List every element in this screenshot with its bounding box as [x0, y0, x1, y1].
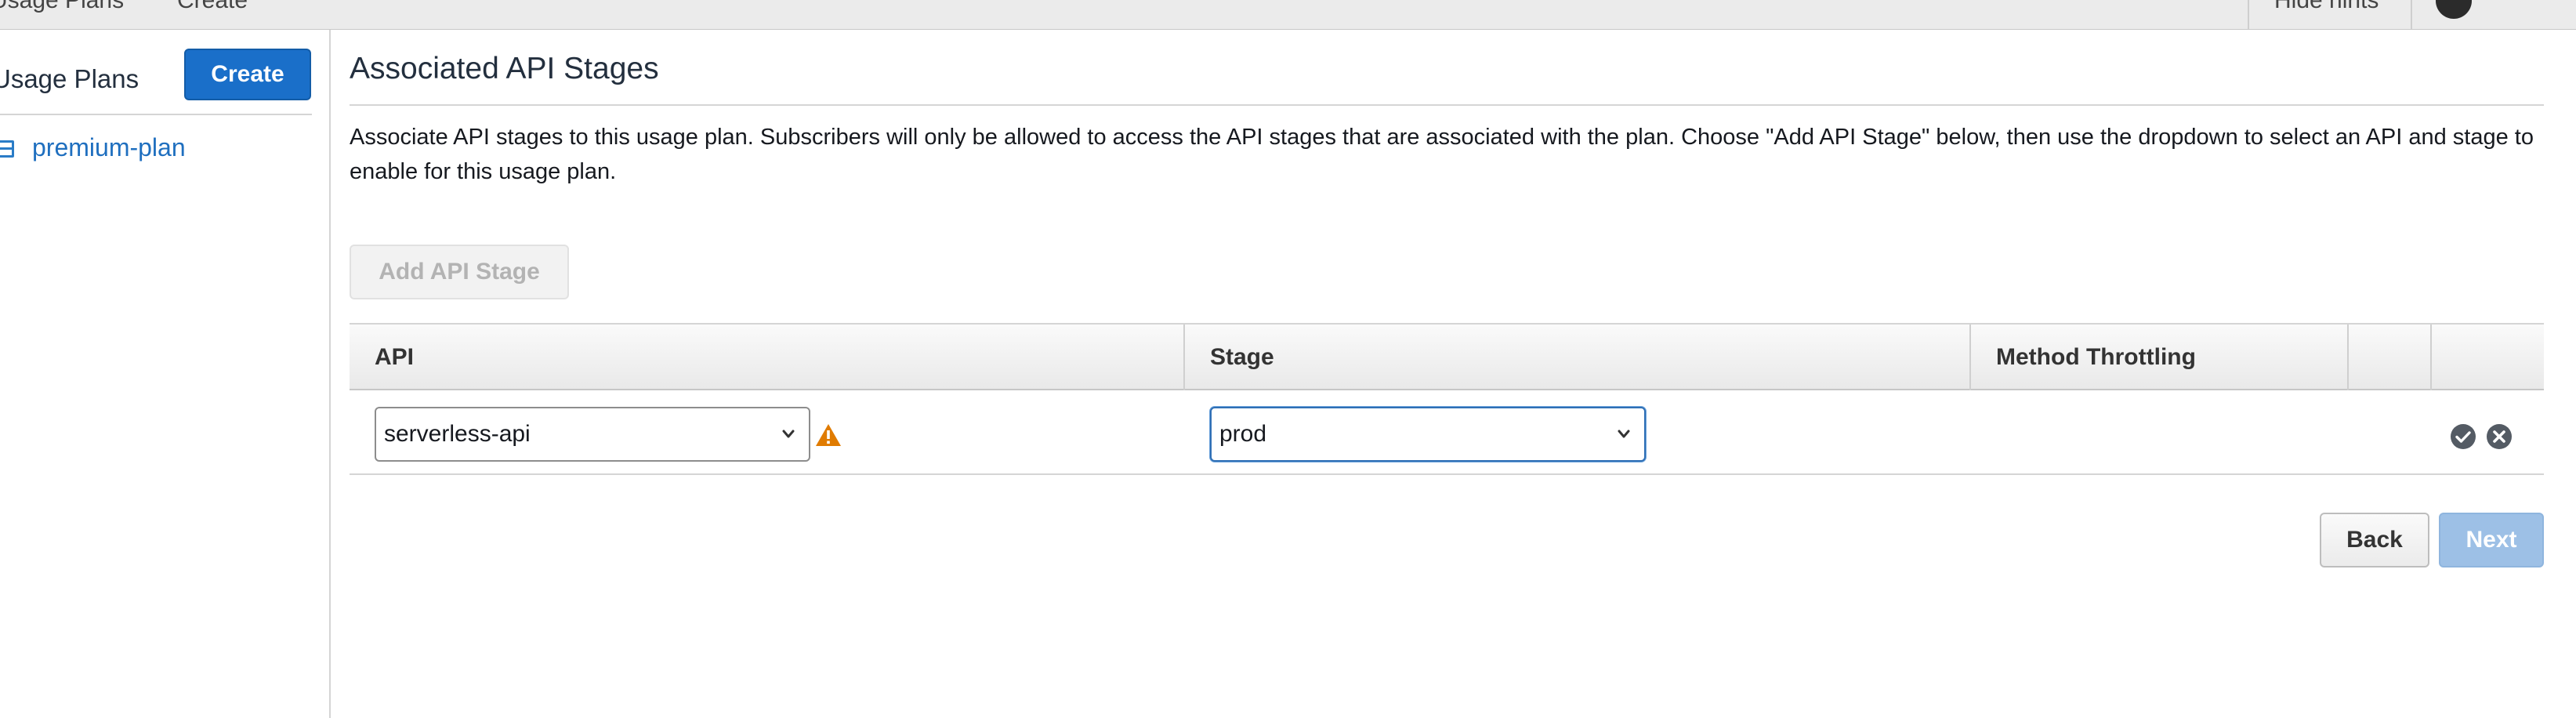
hide-hints-link[interactable]: Hide hints: [2274, 0, 2379, 14]
top-toolbar: Usage Plans Create Hide hints: [0, 0, 2576, 30]
column-header-empty: [2349, 325, 2432, 390]
page-description: Associate API stages to this usage plan.…: [350, 125, 2534, 184]
confirm-check-icon[interactable]: [2450, 423, 2476, 450]
page-title: Associated API Stages: [350, 52, 659, 85]
next-button[interactable]: Next: [2439, 513, 2544, 568]
chevron-down-icon: [1618, 430, 1630, 438]
column-header-stage: Stage: [1185, 325, 1971, 390]
stage-select-value: prod: [1219, 421, 1267, 447]
usage-plan-icon: [0, 140, 14, 158]
sidebar: Usage Plans Create premium-plan: [0, 30, 331, 718]
title-divider: [350, 104, 2544, 106]
toolbar-divider: [2248, 0, 2249, 29]
breadcrumb-usage-plans[interactable]: Usage Plans: [0, 0, 124, 14]
warning-icon: [816, 424, 841, 446]
api-select[interactable]: serverless-api: [375, 407, 810, 462]
table-row: serverless-api prod: [350, 390, 2544, 475]
add-api-stage-button[interactable]: Add API Stage: [350, 245, 569, 299]
sidebar-divider: [0, 114, 312, 115]
sidebar-title: Usage Plans: [0, 64, 139, 93]
chevron-down-icon: [782, 430, 795, 438]
back-button[interactable]: Back: [2320, 513, 2429, 568]
info-icon[interactable]: [2436, 0, 2472, 19]
stage-select[interactable]: prod: [1210, 407, 1646, 462]
create-button[interactable]: Create: [184, 49, 311, 100]
toolbar-divider: [2411, 0, 2412, 29]
column-header-method-throttling: Method Throttling: [1971, 325, 2349, 390]
api-select-value: serverless-api: [384, 421, 531, 447]
column-header-actions: [2432, 325, 2544, 390]
table-header: API Stage Method Throttling: [350, 323, 2544, 390]
breadcrumb-create[interactable]: Create: [177, 0, 248, 14]
column-header-api: API: [350, 325, 1185, 390]
cancel-x-icon[interactable]: [2486, 423, 2513, 450]
sidebar-item-label[interactable]: premium-plan: [32, 133, 186, 162]
